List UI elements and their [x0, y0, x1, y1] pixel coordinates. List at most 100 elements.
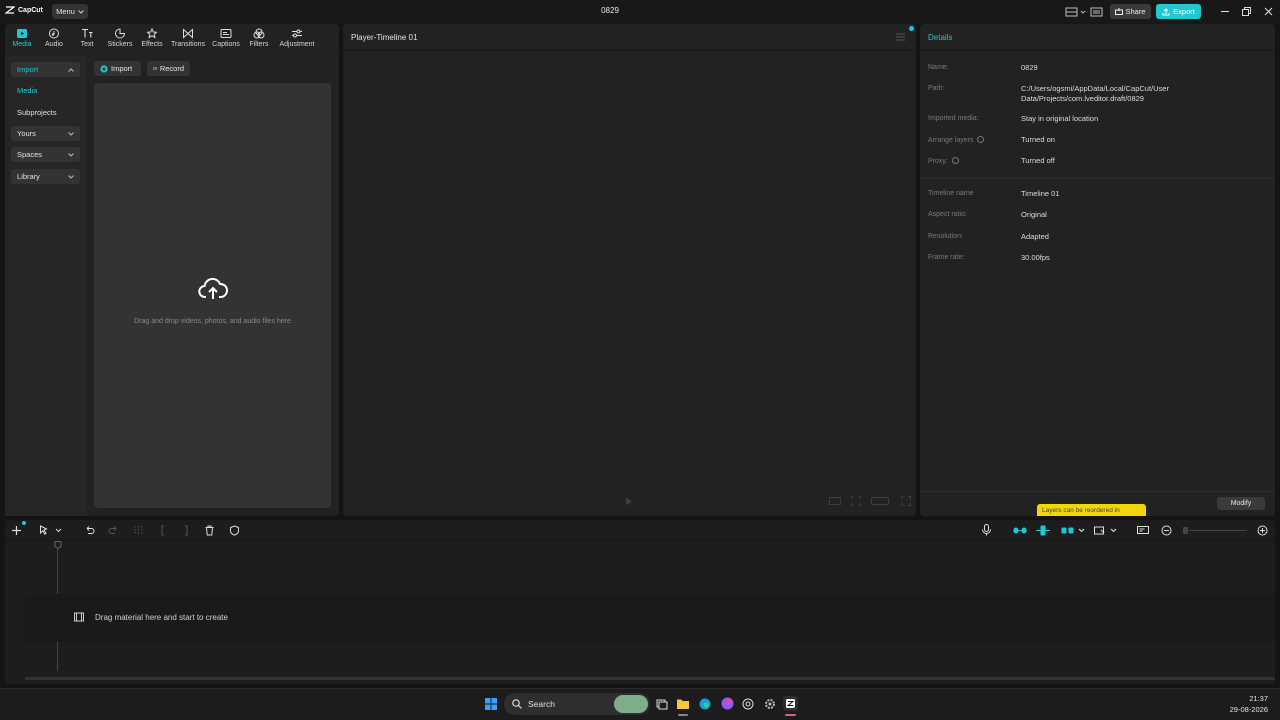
minimize-icon[interactable]	[1221, 11, 1229, 12]
app-icon-colorful[interactable]	[721, 697, 734, 710]
detail-label-arrange-layers: Arrange layers	[928, 136, 985, 144]
export-button[interactable]: Export	[1156, 4, 1201, 19]
windows-start-icon[interactable]	[485, 698, 497, 710]
play-icon[interactable]	[625, 497, 633, 506]
layout-icon[interactable]	[1065, 7, 1089, 17]
chatgpt-icon[interactable]	[742, 698, 754, 710]
settings-gear-icon[interactable]	[764, 698, 776, 710]
media-sidebar	[5, 56, 87, 516]
share-icon	[1115, 8, 1124, 15]
sidebar-item-media[interactable]: Media	[11, 83, 80, 98]
sidebar-item-subprojects[interactable]: Subprojects	[11, 105, 80, 120]
caption-track-icon[interactable]	[1137, 525, 1149, 536]
tab-label: Captions	[212, 41, 240, 48]
text-icon	[82, 28, 93, 38]
detail-value-aspect-ratio: Original	[1021, 210, 1047, 219]
filters-icon	[253, 28, 265, 39]
app-logo-text: CapCut	[18, 6, 43, 14]
audio-icon	[49, 28, 59, 39]
details-separator	[920, 50, 1275, 51]
detail-value-resolution: Adapted	[1021, 232, 1049, 241]
info-icon[interactable]	[951, 157, 959, 164]
select-tool-icon[interactable]	[39, 525, 63, 536]
detail-label-name: Name:	[928, 64, 949, 71]
tab-label: Filters	[249, 41, 269, 48]
player-separator	[343, 50, 916, 51]
captions-icon	[220, 29, 232, 38]
fullscreen-icon[interactable]	[901, 496, 911, 506]
player-menu-icon[interactable]	[896, 33, 905, 41]
task-view-icon[interactable]	[656, 698, 668, 710]
split-right-icon[interactable]	[180, 525, 191, 536]
sidebar-item-spaces[interactable]: Spaces	[11, 147, 80, 162]
import-button[interactable]: Import	[94, 61, 141, 76]
detail-value-timeline-name: Timeline 01	[1021, 189, 1060, 198]
tab-label: Effects	[141, 41, 163, 48]
shortcut-icon[interactable]	[1090, 7, 1103, 17]
file-explorer-icon[interactable]	[677, 698, 689, 709]
export-icon	[1162, 7, 1170, 15]
split-left-icon[interactable]	[158, 525, 169, 536]
add-track-icon[interactable]	[11, 525, 22, 536]
tab-captions[interactable]: Captions	[210, 28, 242, 50]
microphone-icon[interactable]	[981, 524, 992, 536]
detail-value-path: C:/Users/ogsmi/AppData/Local/CapCut/User…	[1021, 84, 1169, 103]
tab-adjustment[interactable]: Adjustment	[278, 28, 316, 50]
zoom-slider-track[interactable]	[1189, 530, 1247, 531]
detail-value-proxy: Turned off	[1021, 156, 1055, 165]
cloud-upload-icon	[198, 277, 228, 301]
film-icon	[74, 612, 84, 622]
restore-icon[interactable]	[1242, 7, 1251, 16]
zoom-out-icon[interactable]	[1161, 525, 1172, 536]
auto-snap-icon[interactable]	[1094, 525, 1118, 536]
menu-label: Menu	[56, 7, 75, 16]
share-label: Share	[1125, 7, 1146, 16]
tab-filters[interactable]: Filters	[243, 28, 275, 50]
transitions-icon	[183, 28, 193, 39]
zoom-in-icon[interactable]	[1257, 525, 1268, 536]
close-icon[interactable]	[1264, 7, 1273, 16]
tab-stickers[interactable]: Stickers	[104, 28, 136, 50]
notification-dot	[22, 521, 26, 525]
quality-icon[interactable]	[871, 497, 889, 505]
sidebar-item-yours[interactable]: Yours	[11, 126, 80, 141]
delete-icon[interactable]	[204, 525, 215, 536]
detail-label-frame-rate: Frame rate:	[928, 254, 965, 261]
preview-axis-icon[interactable]	[1061, 526, 1085, 535]
ratio-icon[interactable]	[829, 497, 841, 505]
record-icon	[153, 67, 157, 70]
detail-label-timeline-name: Timeline name	[928, 190, 974, 197]
sidebar-item-library[interactable]: Library	[11, 169, 80, 184]
info-icon[interactable]	[977, 136, 985, 143]
split-icon[interactable]	[133, 525, 144, 536]
playhead[interactable]	[54, 541, 62, 549]
tab-transitions[interactable]: Transitions	[171, 28, 205, 50]
shield-icon[interactable]	[229, 525, 240, 536]
arrange-layers-label: Arrange layers	[928, 137, 974, 144]
tab-media[interactable]: Media	[6, 28, 38, 50]
capcut-taskbar-icon[interactable]	[783, 696, 798, 711]
redo-icon[interactable]	[108, 525, 119, 536]
tab-effects[interactable]: Effects	[136, 28, 168, 50]
timeline-scrollbar[interactable]	[25, 677, 1275, 680]
details-footer-divider	[920, 491, 1275, 492]
taskbar-clock[interactable]: 21:37 29-08-2026	[1220, 693, 1268, 715]
sidebar-item-label: Subprojects	[17, 108, 57, 117]
tab-audio[interactable]: Audio	[38, 28, 70, 50]
undo-icon[interactable]	[84, 525, 95, 536]
edge-icon[interactable]	[699, 698, 711, 710]
link-magnet-icon[interactable]	[1013, 526, 1027, 535]
zoom-slider-handle[interactable]	[1183, 527, 1188, 534]
menu-button[interactable]: Menu	[52, 4, 88, 19]
zoom-fit-icon[interactable]	[851, 496, 861, 506]
share-button[interactable]: Share	[1110, 4, 1151, 19]
player-panel	[343, 24, 916, 516]
record-button[interactable]: Record	[147, 61, 190, 76]
sidebar-item-import[interactable]: Import	[11, 62, 80, 77]
modify-button[interactable]: Modify	[1217, 497, 1265, 510]
linkage-icon[interactable]	[1036, 525, 1050, 536]
tab-text[interactable]: Text	[71, 28, 103, 50]
chevron-down-icon	[78, 9, 84, 14]
detail-value-frame-rate: 30.00fps	[1021, 253, 1050, 262]
search-highlight-icon[interactable]	[614, 695, 648, 713]
